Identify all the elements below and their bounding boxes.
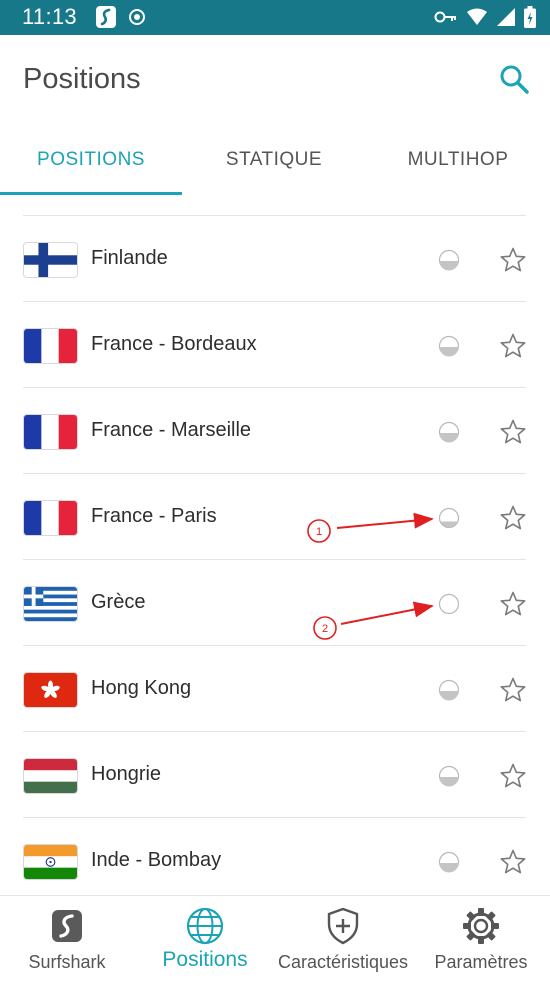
greece-flag-icon (23, 586, 78, 622)
load-half-icon (438, 679, 460, 701)
location-name: Finlande (91, 247, 168, 269)
nav-item-positions[interactable]: Positions (134, 896, 276, 984)
location-name: France - Paris (91, 505, 217, 527)
active-tab-indicator (0, 192, 182, 195)
tab-multihop[interactable]: MULTIHOP (366, 125, 550, 195)
location-row[interactable]: France - Paris (23, 473, 526, 559)
location-list[interactable]: Finlande France - Bordeaux France - Mars… (0, 215, 550, 895)
shield-plus-icon (327, 907, 359, 945)
status-bar: 11:13 (0, 0, 550, 35)
status-time: 11:13 (22, 4, 77, 29)
load-half-icon (438, 249, 460, 271)
location-row[interactable]: France - Bordeaux (23, 301, 526, 387)
favorite-star-icon[interactable] (499, 418, 527, 446)
location-name: France - Bordeaux (91, 333, 257, 355)
load-half-icon (438, 421, 460, 443)
vpn-key-icon (434, 11, 456, 23)
favorite-star-icon[interactable] (499, 504, 527, 532)
nav-label: Positions (162, 948, 248, 971)
record-icon (129, 9, 145, 25)
globe-icon (186, 907, 224, 945)
favorite-star-icon[interactable] (499, 848, 527, 876)
load-half-icon (438, 851, 460, 873)
location-name: Hongrie (91, 763, 162, 785)
location-row[interactable]: Grèce (23, 559, 526, 645)
favorite-star-icon[interactable] (499, 590, 527, 618)
gear-icon (463, 908, 499, 944)
tab-positions[interactable]: POSITIONS (0, 125, 182, 195)
location-name: Grèce (91, 591, 146, 613)
nav-label: Caractéristiques (277, 952, 409, 972)
load-half-icon (438, 335, 460, 357)
load-empty-icon (438, 593, 460, 615)
location-name: France - Marseille (91, 419, 252, 441)
battery-icon (524, 6, 536, 28)
location-tabs: POSITIONS STATIQUE MULTIHOP (0, 125, 550, 195)
nav-label: Surfshark (28, 952, 106, 972)
favorite-star-icon[interactable] (499, 246, 527, 274)
hongkong-flag-icon (23, 672, 78, 708)
page-title: Positions (23, 63, 141, 95)
search-icon[interactable] (498, 63, 530, 95)
wifi-icon (467, 8, 487, 25)
france-flag-icon (23, 328, 78, 364)
nav-item-parametres[interactable]: Paramètres (412, 896, 550, 984)
load-low-icon (438, 507, 460, 529)
nav-item-surfshark[interactable]: Surfshark (0, 896, 134, 984)
location-row[interactable]: France - Marseille (23, 387, 526, 473)
location-row[interactable]: Inde - Bombay (23, 817, 526, 895)
signal-icon (497, 8, 515, 26)
load-half-icon (438, 765, 460, 787)
hungary-flag-icon (23, 758, 78, 794)
nav-label: Paramètres (434, 952, 528, 972)
location-row[interactable]: Finlande (23, 215, 526, 301)
finland-flag-icon (23, 242, 78, 278)
location-row[interactable]: Hongrie (23, 731, 526, 817)
france-flag-icon (23, 414, 78, 450)
surfshark-logo-icon (52, 910, 82, 942)
location-row[interactable]: Hong Kong (23, 645, 526, 731)
app-bar: Positions (0, 35, 550, 125)
favorite-star-icon[interactable] (499, 762, 527, 790)
india-flag-icon (23, 844, 78, 880)
location-name: Inde - Bombay (91, 849, 222, 871)
favorite-star-icon[interactable] (499, 676, 527, 704)
location-name: Hong Kong (91, 677, 192, 699)
nav-item-caracteristiques[interactable]: Caractéristiques (276, 896, 410, 984)
favorite-star-icon[interactable] (499, 332, 527, 360)
bottom-navigation: Surfshark Positions Caractéristiques Par… (0, 895, 550, 984)
france-flag-icon (23, 500, 78, 536)
tab-statique[interactable]: STATIQUE (182, 125, 366, 195)
surfshark-notification-icon (96, 6, 116, 28)
